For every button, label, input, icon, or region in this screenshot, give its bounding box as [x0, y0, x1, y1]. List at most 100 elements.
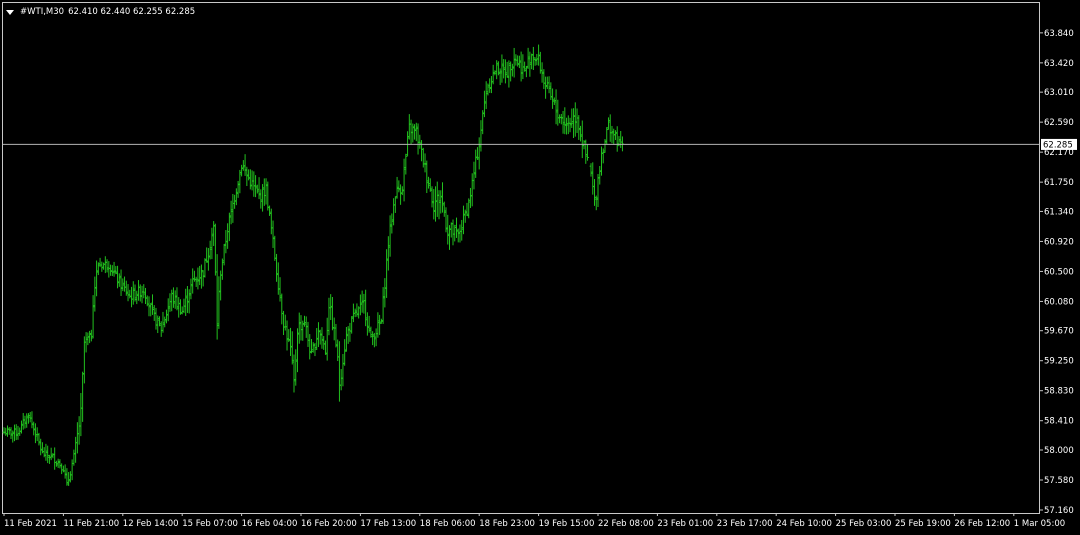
price-bar: [2, 427, 6, 435]
price-bar: [163, 316, 167, 328]
price-bar: [386, 236, 390, 271]
price-bar: [607, 117, 610, 130]
price-bar: [227, 212, 231, 242]
price-bar: [93, 276, 97, 312]
price-bar: [530, 53, 534, 70]
price-bar: [594, 195, 598, 211]
price-chart[interactable]: 63.84063.42063.01062.59062.17061.75061.3…: [0, 0, 1080, 535]
price-bar: [75, 422, 79, 454]
price-bar: [308, 334, 312, 360]
price-bar: [79, 393, 83, 437]
price-bar: [116, 265, 119, 289]
price-bar: [598, 166, 602, 185]
price-bar: [261, 184, 264, 212]
price-bar: [234, 188, 238, 206]
price-bar: [276, 262, 280, 295]
price-bar: [371, 331, 375, 346]
price-bar: [495, 60, 499, 80]
price-bar: [512, 47, 516, 78]
price-bar: [123, 276, 126, 292]
price-bar: [364, 289, 368, 327]
price-bar: [559, 113, 563, 125]
price-bar: [359, 294, 362, 316]
price-bar: [294, 349, 298, 386]
price-bar: [524, 65, 528, 78]
price-bar: [280, 293, 284, 325]
y-tick-label: 63.420: [1044, 59, 1074, 69]
price-bar: [233, 194, 237, 209]
price-bar: [488, 78, 492, 93]
price-bar: [397, 180, 401, 193]
price-bar: [20, 420, 23, 434]
price-bar: [593, 179, 596, 206]
price-bar: [600, 146, 603, 176]
price-bar: [352, 303, 355, 323]
price-bar: [507, 60, 511, 88]
price-bar: [203, 258, 207, 278]
price-bar: [252, 171, 256, 197]
price-bar: [208, 240, 212, 260]
price-bar: [67, 472, 71, 486]
price-bar: [175, 287, 179, 311]
price-bar: [456, 228, 460, 243]
price-bar: [306, 321, 310, 347]
price-bar: [282, 310, 285, 336]
price-bar: [462, 205, 465, 235]
price-bar: [393, 196, 397, 213]
x-tick-label: 12 Feb 14:00: [123, 519, 179, 529]
price-bar: [34, 423, 37, 444]
price-bar: [437, 190, 441, 220]
price-bar: [341, 354, 345, 387]
price-bar: [16, 425, 20, 440]
price-bar: [381, 287, 385, 324]
price-bar: [217, 276, 221, 329]
price-bar: [406, 131, 409, 157]
price-bar: [404, 153, 408, 175]
y-tick-label: 57.160: [1044, 506, 1074, 516]
price-bar: [13, 424, 16, 442]
bar-series: [2, 44, 624, 486]
price-bar: [573, 102, 577, 137]
price-bar: [350, 316, 354, 334]
price-bar: [472, 161, 476, 190]
price-bar: [177, 297, 181, 318]
price-bar: [25, 413, 29, 428]
price-bar: [470, 173, 474, 207]
price-bar: [264, 178, 268, 205]
price-bar: [516, 55, 520, 67]
price-bar: [283, 314, 287, 331]
price-bar: [519, 51, 523, 82]
price-bar: [212, 221, 216, 247]
price-bar: [531, 46, 535, 71]
price-bar: [584, 139, 588, 164]
price-bar: [63, 464, 67, 479]
price-bar: [509, 61, 513, 82]
price-bar: [402, 158, 406, 202]
price-bar: [504, 59, 507, 84]
price-bar: [460, 219, 464, 241]
price-bar: [196, 267, 200, 290]
y-tick-label: 58.410: [1044, 417, 1074, 427]
price-bar: [493, 70, 497, 76]
price-bar: [165, 309, 168, 324]
price-bar: [297, 312, 301, 344]
y-tick-label: 59.250: [1044, 357, 1074, 367]
price-bar: [345, 327, 348, 352]
y-tick-label: 61.750: [1044, 178, 1074, 188]
price-bar: [385, 249, 389, 298]
price-bar: [329, 294, 333, 321]
price-bar: [318, 329, 322, 345]
x-tick-label: 16 Feb 04:00: [242, 519, 298, 529]
price-bar: [374, 328, 378, 347]
price-bar: [37, 432, 41, 446]
price-bar: [500, 54, 504, 83]
price-bar: [186, 286, 189, 313]
price-bar: [388, 215, 392, 257]
price-bar: [435, 181, 439, 217]
price-bar: [77, 416, 81, 445]
price-bar: [490, 76, 493, 94]
price-bar: [505, 61, 509, 78]
price-bar: [491, 64, 495, 85]
y-tick-label: 58.830: [1044, 387, 1074, 397]
price-bar: [207, 248, 210, 271]
